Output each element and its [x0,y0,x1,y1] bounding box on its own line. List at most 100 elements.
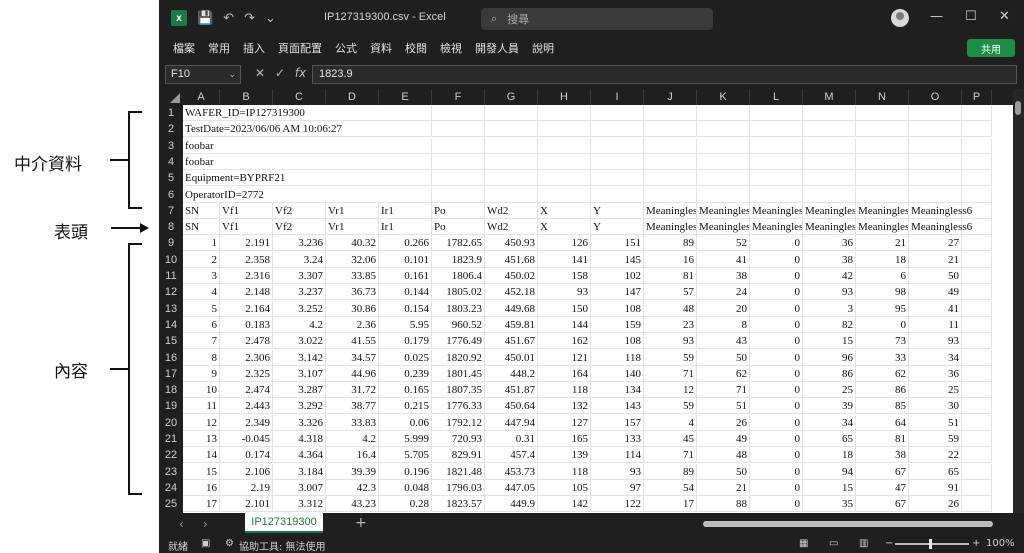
header-cell[interactable]: Meaningless5 [856,202,909,219]
data-cell[interactable]: 2.191 [220,235,273,252]
data-cell[interactable]: 5 [183,300,220,317]
data-cell[interactable]: 30 [909,398,962,415]
grid-cell[interactable] [803,137,856,154]
grid-cell[interactable] [485,137,538,154]
data-cell[interactable]: 0 [750,333,803,350]
user-avatar[interactable] [891,9,909,27]
data-cell[interactable]: 105 [538,479,591,496]
header-cell[interactable]: Vf1 [220,219,273,236]
zoom-out-icon[interactable]: − [885,538,893,549]
data-cell[interactable]: 93 [909,333,962,350]
header-cell[interactable]: Meaningless2 [697,219,750,236]
data-cell[interactable]: 32.06 [326,251,379,268]
grid-cell[interactable] [803,170,856,187]
grid-cell[interactable] [591,137,644,154]
header-cell[interactable]: Y [591,202,644,219]
grid-cell[interactable] [962,463,992,480]
metadata-cell[interactable]: WAFER_ID=IP127319300 [183,105,403,121]
grid-cell[interactable] [962,251,992,268]
data-cell[interactable]: 65 [803,431,856,447]
data-cell[interactable]: 36 [803,235,856,252]
data-cell[interactable]: 9 [183,365,220,382]
row-header-1[interactable]: 1 [159,105,183,121]
menu-item-3[interactable]: 頁面配置 [278,40,322,56]
column-header-h[interactable]: H [538,89,591,105]
data-cell[interactable]: 3.236 [273,235,326,252]
grid-cell[interactable] [750,186,803,203]
grid-cell[interactable] [962,316,992,333]
grid-cell[interactable] [856,186,909,203]
data-cell[interactable]: 2.358 [220,251,273,268]
data-cell[interactable]: 118 [591,349,644,366]
header-cell[interactable]: Meaningless5 [856,219,909,236]
grid-cell[interactable] [803,105,856,121]
row-header-8[interactable]: 8 [159,219,183,235]
data-cell[interactable]: 21 [909,251,962,268]
sheet-tab-ip127319300[interactable]: IP127319300 [245,513,323,533]
accessibility-icon[interactable]: ⚙ [225,538,234,549]
data-cell[interactable]: 1823.57 [432,496,485,513]
grid-cell[interactable] [591,121,644,138]
data-cell[interactable]: 448.2 [485,365,538,382]
insert-function-icon[interactable]: fx [295,66,306,80]
data-cell[interactable]: 144 [538,316,591,333]
grid-cell[interactable] [856,170,909,187]
data-cell[interactable]: 451.68 [485,251,538,268]
header-cell[interactable]: Vf1 [220,202,273,219]
search-box[interactable]: ⌕ 搜尋 [481,8,713,30]
data-cell[interactable]: 23 [644,316,697,333]
data-cell[interactable]: 15 [803,333,856,350]
data-cell[interactable]: 71 [644,447,697,464]
header-cell[interactable]: X [538,219,591,236]
data-cell[interactable]: 15 [183,463,220,480]
data-cell[interactable]: 114 [591,447,644,464]
data-cell[interactable]: 26 [697,414,750,431]
data-cell[interactable]: 151 [591,235,644,252]
data-cell[interactable]: 54 [644,479,697,496]
column-header-g[interactable]: G [485,89,538,105]
data-cell[interactable]: 147 [591,284,644,301]
data-cell[interactable]: 43 [697,333,750,350]
data-cell[interactable]: 0 [750,447,803,464]
data-cell[interactable]: 5.705 [379,447,432,464]
header-cell[interactable]: X [538,202,591,219]
menu-item-9[interactable]: 說明 [532,40,554,56]
data-cell[interactable]: 0.179 [379,333,432,350]
data-cell[interactable]: 40.32 [326,235,379,252]
data-cell[interactable]: 16 [183,479,220,496]
prev-sheet-icon[interactable]: ‹ [179,517,184,531]
data-cell[interactable]: 59 [909,431,962,447]
data-cell[interactable]: 27 [909,235,962,252]
data-cell[interactable]: 165 [538,431,591,447]
column-header-e[interactable]: E [379,89,432,105]
column-header-o[interactable]: O [909,89,962,105]
data-cell[interactable]: 450.02 [485,268,538,284]
data-cell[interactable]: 102 [591,268,644,284]
data-cell[interactable]: 126 [538,235,591,252]
data-cell[interactable]: 71 [644,365,697,382]
row-header-10[interactable]: 10 [159,252,183,268]
formula-input[interactable]: 1823.9 [312,65,1017,84]
grid-cell[interactable] [538,186,591,203]
zoom-in-icon[interactable]: + [972,538,980,549]
data-cell[interactable]: 36 [909,365,962,382]
data-cell[interactable]: 2.474 [220,382,273,399]
data-cell[interactable]: 143 [591,398,644,415]
grid-cell[interactable] [538,121,591,138]
data-cell[interactable]: 162 [538,333,591,350]
grid-cell[interactable] [962,235,992,252]
data-cell[interactable]: 86 [803,365,856,382]
data-cell[interactable]: 31.72 [326,382,379,399]
grid-cell[interactable] [750,121,803,138]
grid-cell[interactable] [962,398,992,415]
data-cell[interactable]: 50 [909,268,962,284]
grid-cell[interactable] [803,186,856,203]
data-cell[interactable]: 3.292 [273,398,326,415]
data-cell[interactable]: 1820.92 [432,349,485,366]
grid-cell[interactable] [962,121,992,138]
data-cell[interactable]: 59 [644,349,697,366]
column-header-m[interactable]: M [803,89,856,105]
column-header-k[interactable]: K [697,89,750,105]
grid-cell[interactable] [962,105,992,121]
data-cell[interactable]: 122 [591,496,644,513]
